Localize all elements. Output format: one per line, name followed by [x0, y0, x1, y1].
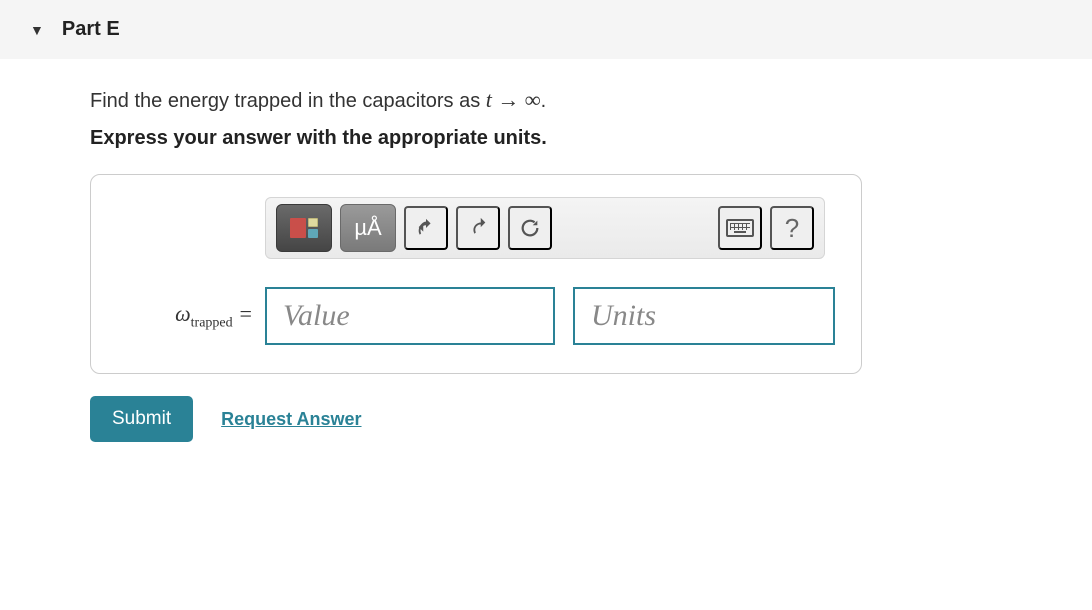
- help-label: ?: [785, 213, 799, 244]
- units-symbols-button[interactable]: µÅ: [340, 204, 396, 252]
- prompt-prefix: Find the energy trapped in the capacitor…: [90, 90, 486, 112]
- submit-button[interactable]: Submit: [90, 396, 193, 442]
- keyboard-button[interactable]: [718, 206, 762, 250]
- prompt-math: t → ∞: [486, 87, 541, 112]
- action-row: Submit Request Answer: [90, 396, 1002, 442]
- value-input[interactable]: [265, 287, 555, 345]
- templates-icon: [290, 218, 318, 238]
- redo-button[interactable]: [456, 206, 500, 250]
- question-prompt: Find the energy trapped in the capacitor…: [90, 87, 1002, 113]
- units-symbols-label: µÅ: [354, 215, 381, 241]
- reset-icon: [519, 217, 541, 239]
- help-button[interactable]: ?: [770, 206, 814, 250]
- templates-button[interactable]: [276, 204, 332, 252]
- equals-sign: =: [233, 301, 253, 326]
- answer-input-row: ωtrapped =: [115, 287, 837, 345]
- variable-subscript: trapped: [191, 315, 233, 330]
- part-header[interactable]: ▼ Part E: [0, 0, 1092, 59]
- part-content: Find the energy trapped in the capacitor…: [0, 59, 1092, 462]
- variable-label: ωtrapped =: [115, 301, 253, 331]
- undo-icon: [415, 217, 437, 239]
- answer-instruction: Express your answer with the appropriate…: [90, 127, 1002, 150]
- undo-button[interactable]: [404, 206, 448, 250]
- answer-panel: µÅ ? ωtrapped =: [90, 174, 862, 374]
- collapse-arrow-icon: ▼: [30, 22, 44, 38]
- request-answer-link[interactable]: Request Answer: [221, 409, 361, 430]
- reset-button[interactable]: [508, 206, 552, 250]
- prompt-suffix: .: [541, 90, 547, 112]
- units-input[interactable]: [573, 287, 835, 345]
- equation-toolbar: µÅ ?: [265, 197, 825, 259]
- keyboard-icon: [726, 219, 754, 237]
- variable-symbol: ω: [175, 301, 191, 326]
- redo-icon: [467, 217, 489, 239]
- part-title: Part E: [62, 18, 120, 41]
